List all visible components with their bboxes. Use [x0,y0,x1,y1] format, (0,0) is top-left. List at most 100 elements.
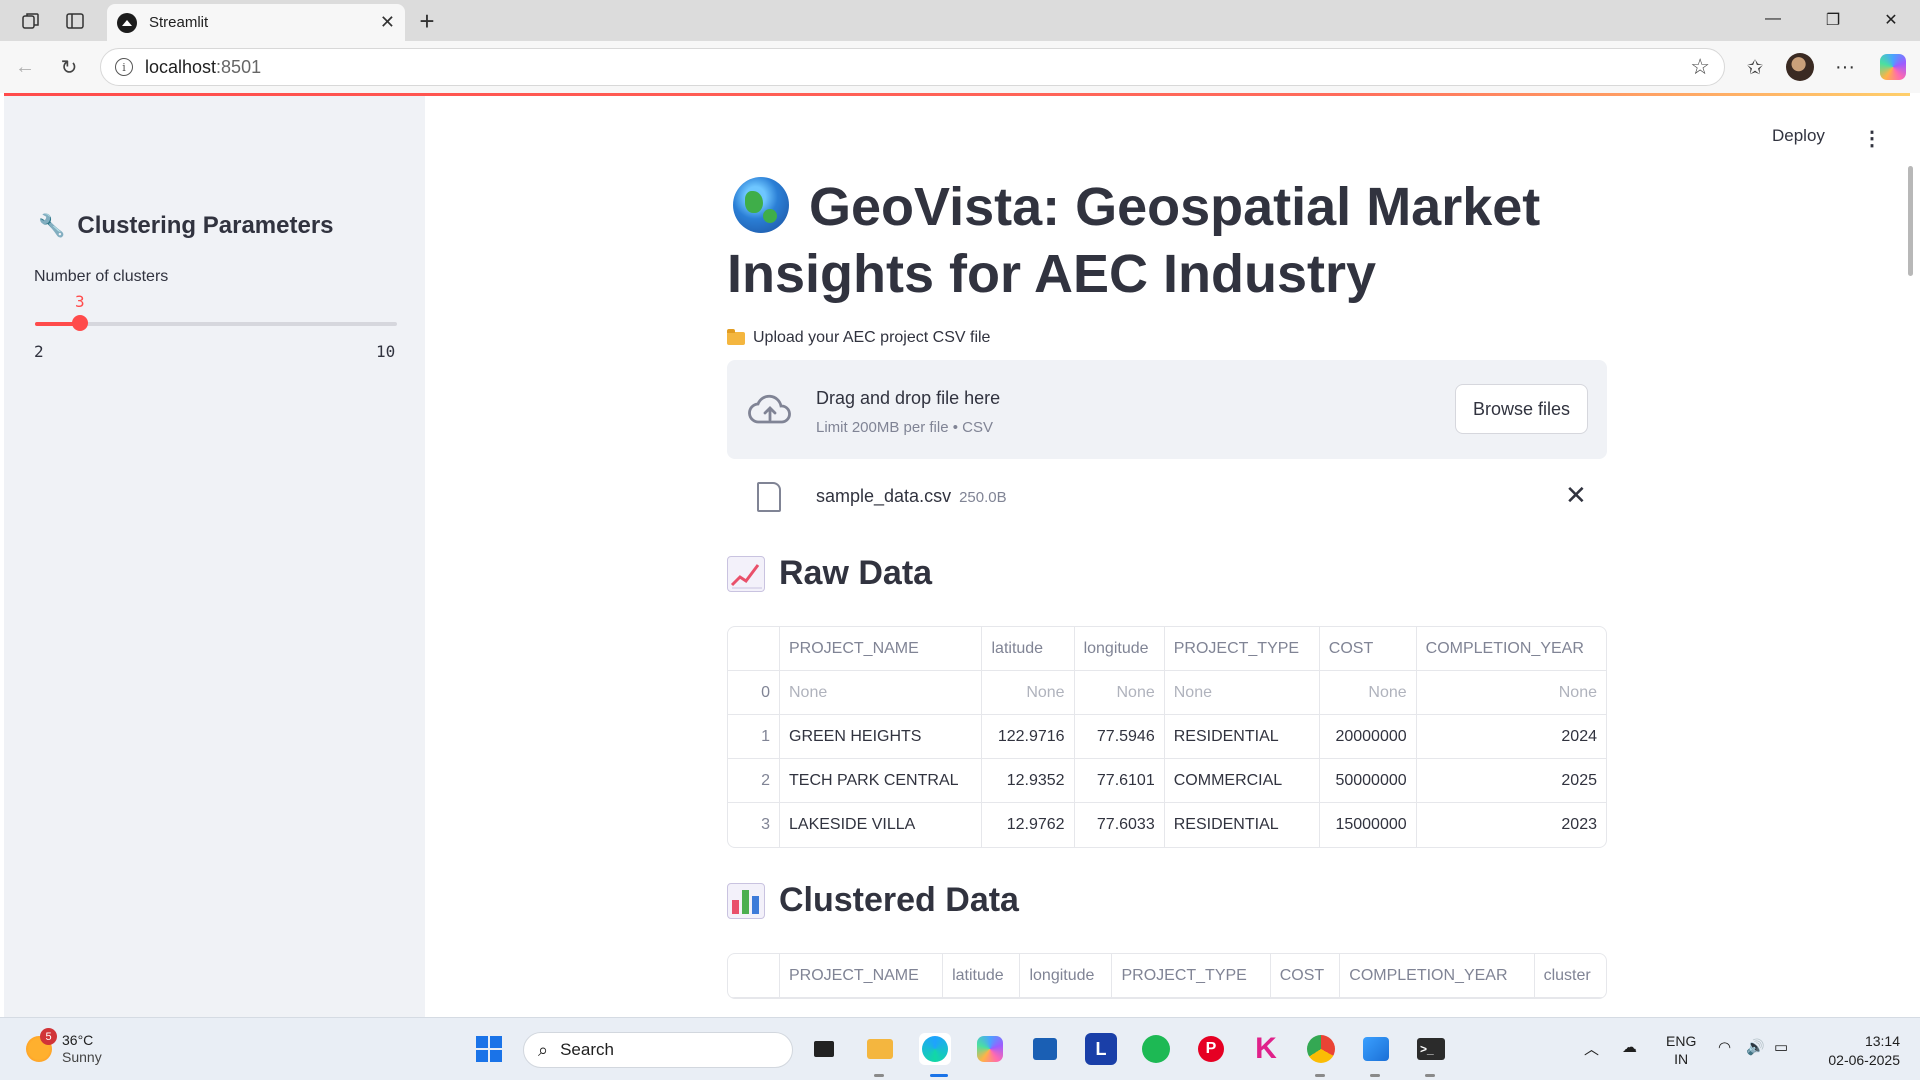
table-cell[interactable]: 122.9716 [982,715,1075,759]
streamlit-app: 🔧 Clustering Parameters Number of cluste… [4,96,1916,1017]
slider-max: 10 [376,342,396,361]
reload-icon[interactable]: ↻ [56,54,82,80]
table-cell[interactable]: None [1319,671,1417,715]
table-row[interactable]: 0 None None None None None None [728,671,1606,715]
terminal-icon[interactable]: >_ [1415,1033,1447,1065]
table-cell[interactable]: 12.9352 [982,759,1075,803]
table-cell[interactable]: None [1164,671,1320,715]
taskbar-search[interactable]: ⌕ Search [523,1032,793,1068]
pinterest-icon[interactable]: P [1195,1033,1227,1065]
restore-icon[interactable]: ❐ [1820,10,1846,30]
site-info-icon[interactable]: i [115,58,133,76]
copilot-icon[interactable] [1878,52,1908,82]
column-header[interactable]: PROJECT_TYPE [1164,627,1320,671]
drop-limit: Limit 200MB per file • CSV [816,419,993,436]
column-header[interactable]: COMPLETION_YEAR [1340,954,1535,998]
table-cell[interactable]: LAKESIDE VILLA [780,803,983,847]
tab-actions-icon[interactable] [62,8,88,34]
browser-window: Streamlit ✕ + — ❐ ✕ ← ↻ i localhost:8501… [0,0,1920,1080]
table-cell[interactable]: 77.6033 [1075,803,1165,847]
column-header[interactable]: PROJECT_NAME [780,627,983,671]
language-indicator[interactable]: ENG IN [1666,1032,1696,1068]
edge-icon[interactable] [919,1033,951,1065]
index-header[interactable] [728,954,780,998]
table-cell[interactable]: None [982,671,1075,715]
table-row[interactable]: 1 GREEN HEIGHTS 122.9716 77.5946 RESIDENTIAL… [728,715,1606,759]
table-cell[interactable]: RESIDENTIAL [1165,803,1320,847]
browse-files-button[interactable]: Browse files [1455,384,1588,434]
tab-close-icon[interactable]: ✕ [380,12,395,33]
table-cell[interactable]: 50000000 [1319,759,1417,803]
k-app-icon[interactable]: K [1250,1032,1282,1065]
table-cell[interactable]: RESIDENTIAL [1164,715,1320,759]
start-icon[interactable] [473,1033,505,1065]
table-cell[interactable]: None [1416,671,1606,715]
task-view-icon[interactable] [808,1033,840,1065]
weather-widget[interactable]: 5 36°C Sunny [26,1028,102,1066]
kebab-icon[interactable]: ⋮ [1862,126,1882,151]
favorites-icon[interactable]: ✩ [1740,52,1770,82]
table-cell[interactable]: 77.6101 [1074,759,1165,803]
table-cell[interactable]: 2023 [1417,803,1606,847]
store-icon[interactable] [1029,1033,1061,1065]
wifi-icon[interactable]: ◠ [1718,1038,1731,1056]
slider-track[interactable] [35,322,397,326]
favorite-star-icon[interactable]: ☆ [1690,54,1710,80]
table-cell[interactable]: 2024 [1416,715,1606,759]
minimize-icon[interactable]: — [1760,10,1786,28]
file-explorer-icon[interactable] [864,1033,896,1065]
battery-icon[interactable]: ▭ [1774,1038,1788,1056]
spotify-icon[interactable] [1140,1033,1172,1065]
back-icon[interactable]: ← [12,54,38,80]
column-header[interactable]: longitude [1074,627,1165,671]
table-cell[interactable]: 12.9762 [982,803,1075,847]
more-options-icon[interactable]: ··· [1830,52,1860,82]
column-header[interactable]: cluster [1534,954,1606,998]
file-size: 250.0B [959,489,1007,506]
scrollbar[interactable] [1908,166,1913,276]
column-header[interactable]: latitude [943,954,1021,998]
column-header[interactable]: latitude [982,627,1075,671]
table-cell[interactable]: 15000000 [1320,803,1417,847]
deploy-button[interactable]: Deploy [1772,126,1825,146]
profile-avatar[interactable] [1785,52,1815,82]
onedrive-icon[interactable]: ☁ [1622,1038,1637,1056]
column-header[interactable]: COMPLETION_YEAR [1416,627,1606,671]
raw-data-table[interactable]: PROJECT_NAME latitude longitude PROJECT_TYP… [727,626,1607,848]
address-bar[interactable]: i localhost:8501 ☆ [100,48,1725,86]
window-close-icon[interactable]: ✕ [1878,10,1904,30]
file-name: sample_data.csv [816,486,952,506]
column-header[interactable]: COST [1270,954,1341,998]
table-cell[interactable]: GREEN HEIGHTS [780,715,983,759]
copilot-app-icon[interactable] [974,1033,1006,1065]
clock[interactable]: 13:14 02-06-2025 [1810,1032,1900,1070]
tray-chevron-icon[interactable]: ︿ [1584,1038,1599,1059]
table-cell[interactable]: TECH PARK CENTRAL [780,759,983,803]
column-header[interactable]: COST [1319,627,1417,671]
clustered-data-table[interactable]: PROJECT_NAME latitude longitude PROJECT_TYP… [727,953,1607,999]
row-index: 0 [728,671,780,715]
new-tab-icon[interactable]: + [414,6,440,37]
table-row[interactable]: 3 LAKESIDE VILLA 12.9762 77.6033 RESIDENTIAL… [728,803,1606,847]
table-cell[interactable]: None [780,671,983,715]
slider-thumb[interactable] [72,315,89,331]
chrome-icon[interactable] [1305,1033,1337,1065]
l-app-icon[interactable]: L [1085,1033,1117,1065]
table-cell[interactable]: 20000000 [1319,715,1417,759]
workspaces-icon[interactable] [18,8,44,34]
column-header[interactable]: PROJECT_NAME [780,954,944,998]
table-row[interactable]: 2 TECH PARK CENTRAL 12.9352 77.6101 COMMERCI… [728,759,1606,803]
remove-file-icon[interactable]: ✕ [1565,480,1587,511]
tab-streamlit[interactable]: Streamlit ✕ [107,4,405,41]
url-text[interactable]: localhost:8501 [145,57,1690,78]
paint-icon[interactable] [1360,1033,1392,1065]
column-header[interactable]: PROJECT_TYPE [1112,954,1271,998]
table-cell[interactable]: 77.5946 [1074,715,1165,759]
volume-icon[interactable]: 🔊 [1746,1038,1765,1056]
index-header[interactable] [728,627,780,671]
table-cell[interactable]: None [1074,671,1165,715]
column-header[interactable]: longitude [1020,954,1113,998]
file-dropzone[interactable]: Drag and drop file here Limit 200MB per … [727,360,1607,459]
table-cell[interactable]: 2025 [1416,759,1606,803]
table-cell[interactable]: COMMERCIAL [1164,759,1320,803]
